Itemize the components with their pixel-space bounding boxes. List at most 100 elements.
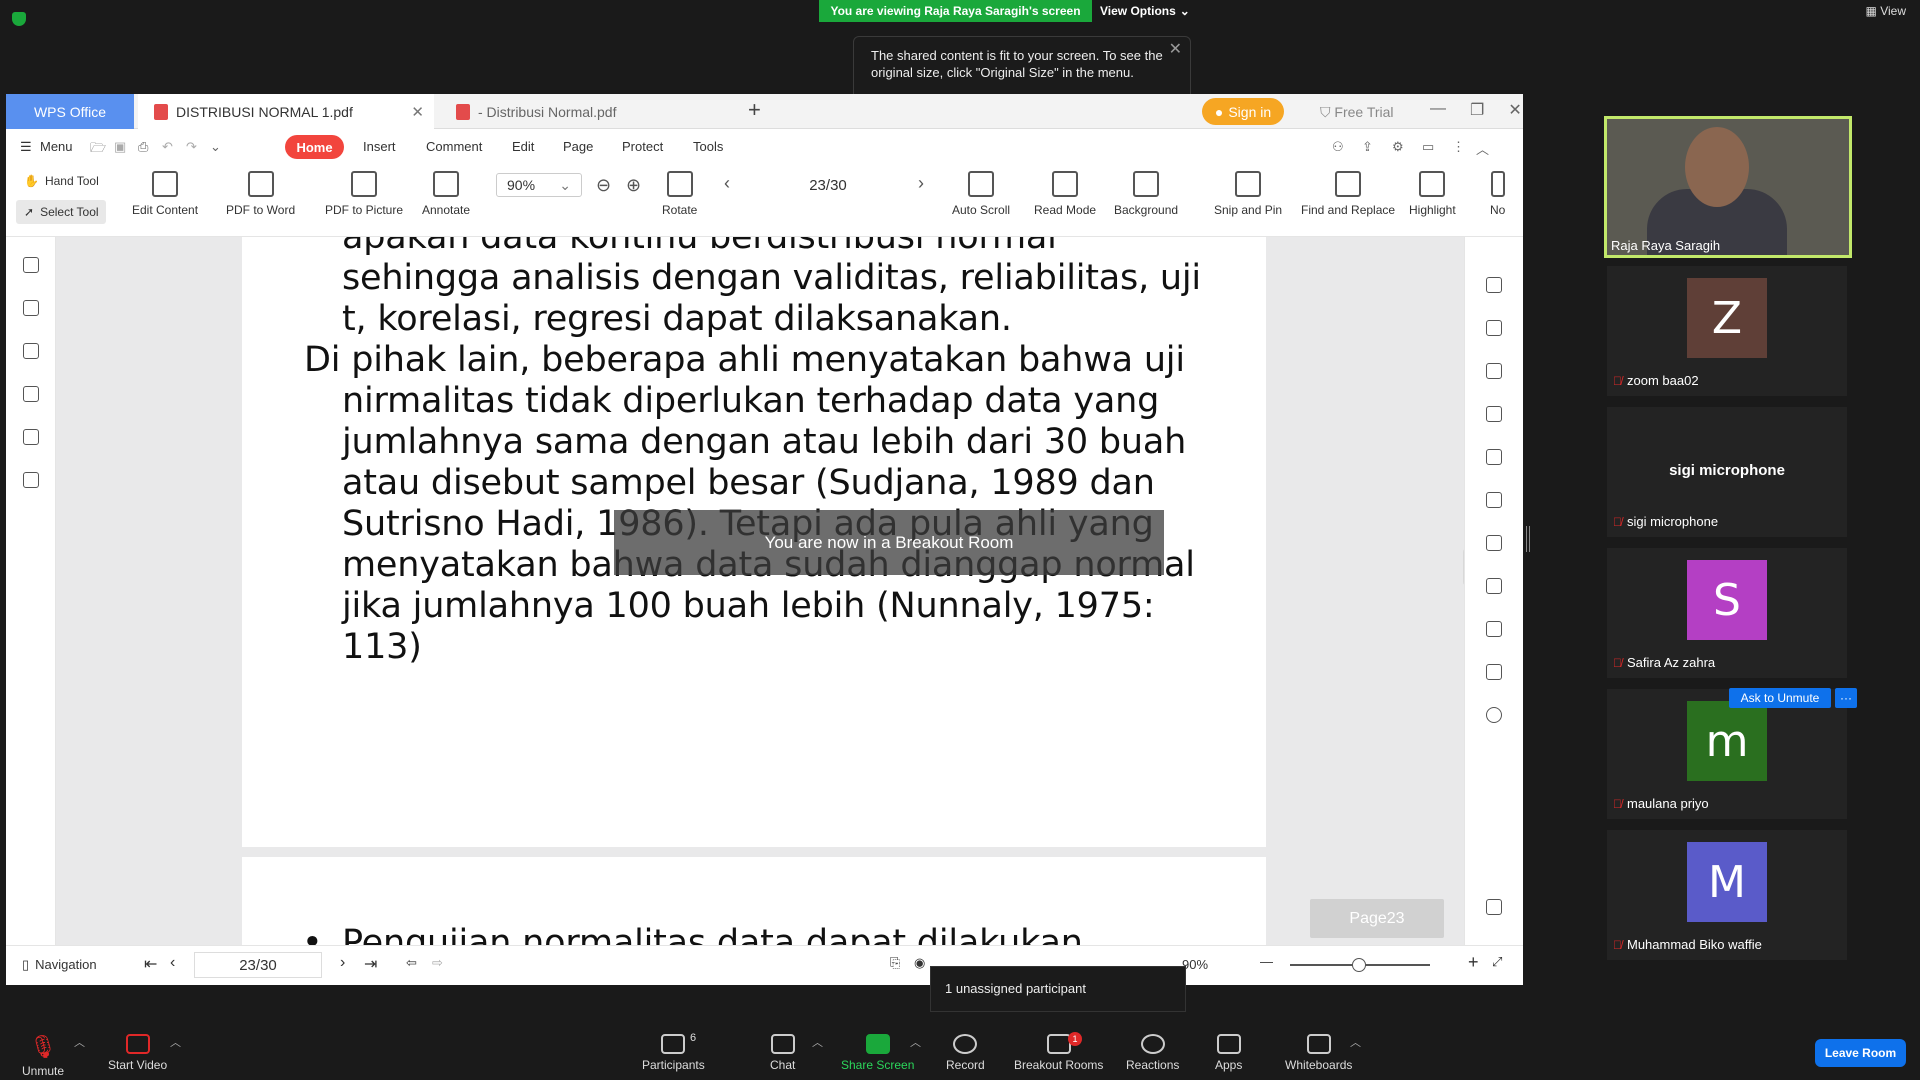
rotate-button[interactable]: Rotate xyxy=(662,171,697,217)
participant-tile[interactable]: S 🎙̸ Safira Az zahra xyxy=(1607,548,1847,678)
share-icon[interactable]: ⇪ xyxy=(1362,139,1373,155)
document-area[interactable]: apakah data kontinu berdistribusi normal… xyxy=(56,237,1464,945)
pdf-to-word-button[interactable]: PDF to Word xyxy=(226,171,295,217)
signature-icon[interactable] xyxy=(23,429,39,445)
apps-grid-icon[interactable] xyxy=(1486,899,1502,915)
pen-icon[interactable] xyxy=(1486,492,1502,508)
compress-icon[interactable] xyxy=(1486,621,1502,637)
settings-icon[interactable]: ⚙ xyxy=(1392,139,1404,155)
find-and-replace-button[interactable]: Find and Replace xyxy=(1301,171,1395,217)
encryption-shield-icon[interactable] xyxy=(12,12,26,26)
participant-tile[interactable]: M 🎙̸ Muhammad Biko waffie xyxy=(1607,830,1847,960)
crop-icon[interactable] xyxy=(1486,449,1502,465)
print-icon[interactable]: ⎙ xyxy=(138,139,148,155)
close-icon[interactable]: ✕ xyxy=(1508,100,1521,120)
fit-page-icon[interactable]: ⎘ xyxy=(890,955,900,971)
pdf-to-picture-button[interactable]: PDF to Picture xyxy=(325,171,403,217)
annotate-button[interactable]: Annotate xyxy=(422,171,470,217)
hamburger-icon[interactable]: ☰ xyxy=(20,139,32,155)
whiteboards-button[interactable]: Whiteboards xyxy=(1285,1034,1352,1072)
forward-icon[interactable]: ⇨ xyxy=(432,955,443,971)
first-page-icon[interactable]: ⇤ xyxy=(144,954,157,974)
menu-item-tools[interactable]: Tools xyxy=(693,139,723,154)
attachment-icon[interactable] xyxy=(23,386,39,402)
convert-icon[interactable] xyxy=(1486,363,1502,379)
breakout-rooms-button[interactable]: Breakout Rooms xyxy=(1014,1034,1103,1072)
last-page-icon[interactable]: ⇥ xyxy=(364,954,377,974)
navigation-button[interactable]: ▯ Navigation xyxy=(22,957,97,973)
highlight-button[interactable]: Highlight xyxy=(1409,171,1456,217)
chevron-up-icon[interactable]: ︿ xyxy=(910,1034,921,1050)
menu-item-page[interactable]: Page xyxy=(563,139,593,154)
edit-content-button[interactable]: Edit Content xyxy=(132,171,198,217)
leave-room-button[interactable]: Leave Room xyxy=(1815,1039,1906,1067)
apps-button[interactable]: Apps xyxy=(1215,1034,1242,1072)
unmute-button[interactable]: 🎙 Unmute xyxy=(22,1034,64,1078)
zoom-in-icon[interactable]: ⊕ xyxy=(626,175,641,196)
next-page-icon[interactable]: › xyxy=(340,954,345,972)
more-options-button[interactable]: ··· xyxy=(1835,688,1857,708)
unassigned-participant-popup[interactable]: 1 unassigned participant xyxy=(930,966,1186,1012)
participant-tile[interactable]: sigi microphone 🎙̸ sigi microphone xyxy=(1607,407,1847,537)
eye-icon[interactable]: ◉ xyxy=(914,955,925,971)
menu-item-home[interactable]: Home xyxy=(285,135,344,159)
start-video-button[interactable]: Start Video xyxy=(108,1034,167,1072)
document-icon[interactable] xyxy=(1486,277,1502,293)
chevron-up-icon[interactable]: ︿ xyxy=(1350,1034,1361,1050)
comment-icon[interactable] xyxy=(23,343,39,359)
edit-icon[interactable] xyxy=(1486,320,1502,336)
zoom-select[interactable]: 90% ⌄ xyxy=(496,173,582,197)
participant-tile[interactable]: m 🎙̸ maulana priyo xyxy=(1607,689,1847,819)
next-page-icon[interactable]: › xyxy=(918,173,924,194)
share-user-icon[interactable]: ⚇ xyxy=(1332,139,1344,155)
hand-tool-button[interactable]: ✋ Hand Tool xyxy=(16,169,106,193)
comment-icon[interactable]: ▭ xyxy=(1422,139,1434,155)
background-button[interactable]: Background xyxy=(1114,171,1178,217)
redo-icon[interactable]: ↷ xyxy=(186,139,197,155)
restore-icon[interactable]: ❐ xyxy=(1470,100,1484,120)
previous-page-icon[interactable]: ‹ xyxy=(170,954,175,972)
search-document-icon[interactable] xyxy=(1486,664,1502,680)
menu-item-protect[interactable]: Protect xyxy=(622,139,663,154)
bookmark-icon[interactable] xyxy=(23,257,39,273)
form-icon[interactable] xyxy=(23,472,39,488)
sign-in-button[interactable]: ● Sign in xyxy=(1202,98,1284,125)
chevron-up-icon[interactable]: ︿ xyxy=(170,1034,181,1050)
view-button[interactable]: ▦ View xyxy=(1866,4,1906,18)
participant-tile[interactable]: Z 🎙̸ zoom baa02 xyxy=(1607,266,1847,396)
read-mode-button[interactable]: Read Mode xyxy=(1034,171,1096,217)
customize-icon[interactable]: ⌄ xyxy=(210,139,221,155)
open-folder-icon[interactable]: 🗁 xyxy=(90,139,106,161)
auto-scroll-button[interactable]: Auto Scroll xyxy=(952,171,1010,217)
list-icon[interactable] xyxy=(1486,535,1502,551)
print-icon[interactable] xyxy=(1486,578,1502,594)
close-icon[interactable]: ✕ xyxy=(1169,41,1182,58)
record-button[interactable]: Record xyxy=(946,1034,985,1072)
minimize-icon[interactable]: — xyxy=(1430,100,1446,120)
menu-item-insert[interactable]: Insert xyxy=(363,139,396,154)
select-tool-button[interactable]: ➚ Select Tool xyxy=(16,200,106,224)
fullscreen-icon[interactable]: ⤢ xyxy=(1492,954,1502,970)
chat-button[interactable]: Chat xyxy=(770,1034,795,1072)
zoom-out-icon[interactable]: ⊖ xyxy=(596,175,611,196)
more-icon[interactable]: ⋮ xyxy=(1452,139,1465,155)
zoom-slider-handle[interactable] xyxy=(1352,958,1366,972)
tab-wps-office[interactable]: WPS Office xyxy=(6,94,134,129)
participant-video-tile[interactable]: Raja Raya Saragih xyxy=(1604,116,1852,258)
menu-item-menu[interactable]: Menu xyxy=(40,139,73,154)
help-icon[interactable] xyxy=(1486,707,1502,723)
new-tab-icon[interactable]: + xyxy=(748,97,761,123)
free-trial-button[interactable]: ⛉ Free Trial xyxy=(1320,104,1394,121)
menu-item-comment[interactable]: Comment xyxy=(426,139,482,154)
chevron-up-icon[interactable]: ︿ xyxy=(812,1034,823,1050)
page-indicator[interactable]: 23/30 xyxy=(748,173,908,197)
collapse-ribbon-icon[interactable]: ︿ xyxy=(1476,139,1489,158)
undo-icon[interactable]: ↶ xyxy=(162,139,173,155)
zoom-in-icon[interactable]: + xyxy=(1468,952,1479,973)
zoom-out-icon[interactable]: — xyxy=(1260,954,1273,969)
back-icon[interactable]: ⇦ xyxy=(406,955,417,971)
reactions-button[interactable]: Reactions xyxy=(1126,1034,1179,1072)
previous-page-icon[interactable]: ‹ xyxy=(724,173,730,194)
chevron-up-icon[interactable]: ︿ xyxy=(74,1034,85,1050)
menu-item-edit[interactable]: Edit xyxy=(512,139,534,154)
